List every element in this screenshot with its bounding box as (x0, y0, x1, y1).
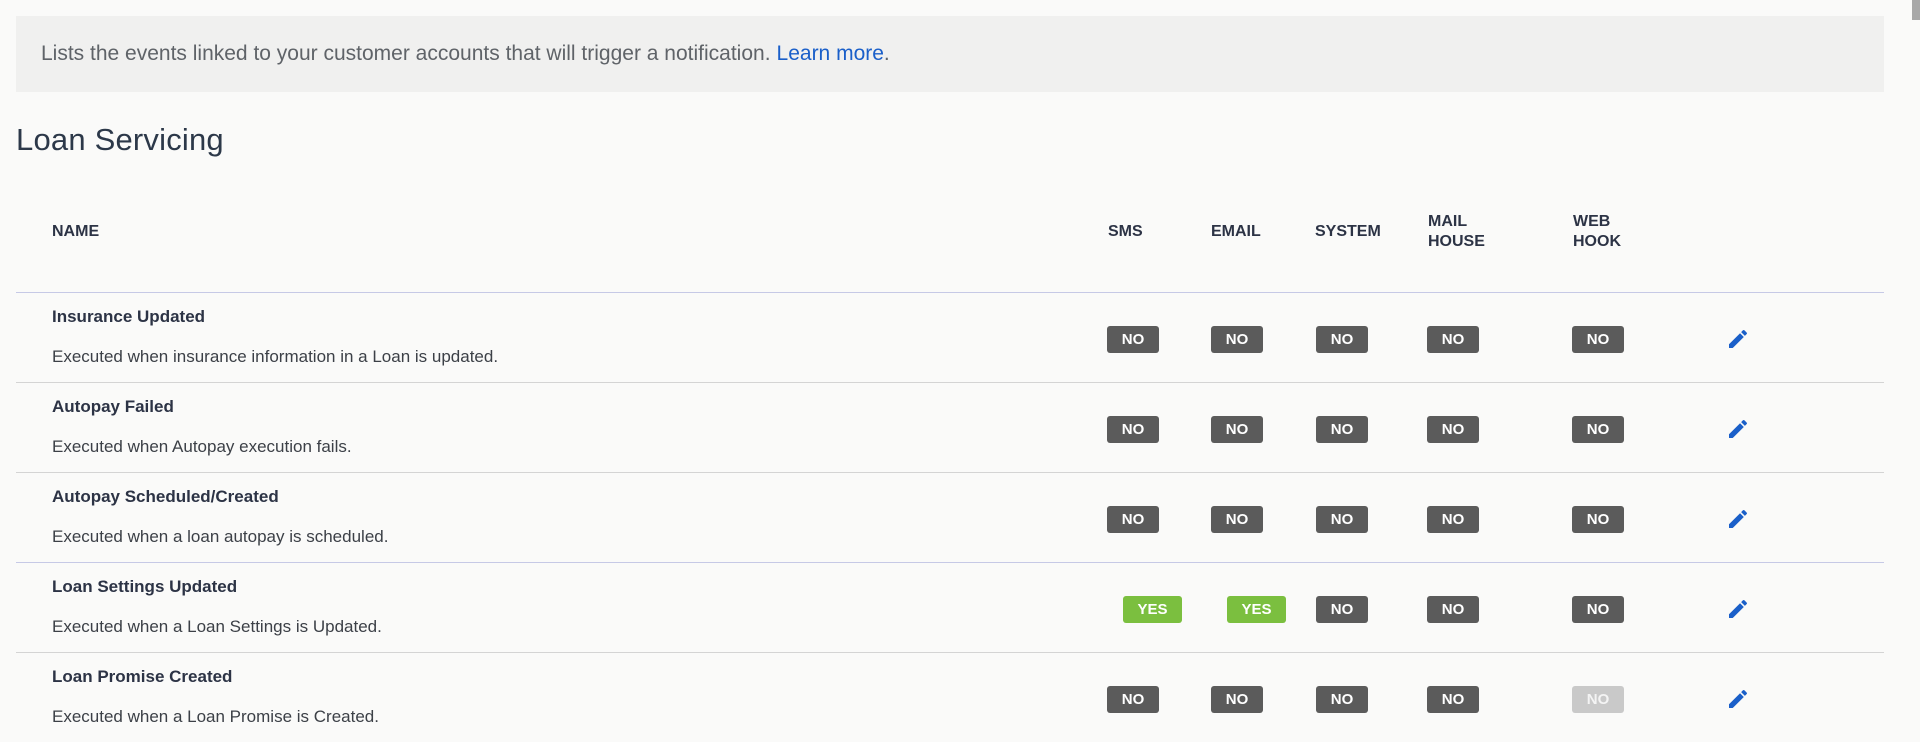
pencil-icon (1729, 329, 1748, 348)
sms-status-badge: NO (1107, 416, 1159, 443)
header-web-hook-line1: WEB (1573, 213, 1611, 230)
header-email: EMAIL (1211, 223, 1261, 240)
header-sms: SMS (1108, 223, 1143, 240)
edit-button[interactable] (1724, 505, 1752, 533)
event-name: Loan Settings Updated (52, 577, 238, 596)
event-description: Executed when a Loan Promise is Created. (52, 707, 379, 726)
email-status-badge: NO (1211, 326, 1263, 353)
edit-button[interactable] (1724, 415, 1752, 443)
system-status-badge: NO (1316, 686, 1368, 713)
edit-button[interactable] (1724, 595, 1752, 623)
header-system: SYSTEM (1315, 223, 1381, 240)
system-status-badge: NO (1316, 326, 1368, 353)
sms-status-badge: NO (1107, 506, 1159, 533)
table-row: Autopay Failed Executed when Autopay exe… (16, 383, 1884, 473)
pencil-icon (1729, 509, 1748, 528)
system-status-badge: NO (1316, 506, 1368, 533)
table-row: Loan Settings Updated Executed when a Lo… (16, 563, 1884, 653)
header-mail-house: MAIL HOUSE (1428, 212, 1485, 252)
event-name: Autopay Failed (52, 397, 174, 416)
header-web-hook-line2: HOOK (1573, 233, 1621, 250)
table-header: NAME SMS EMAIL SYSTEM MAIL HOUSE WEB HOO… (16, 196, 1884, 293)
mail-house-status-badge: NO (1427, 596, 1479, 623)
table-row: Autopay Scheduled/Created Executed when … (16, 473, 1884, 563)
event-description: Executed when insurance information in a… (52, 347, 499, 366)
edit-button[interactable] (1724, 325, 1752, 353)
event-name: Autopay Scheduled/Created (52, 487, 279, 506)
sms-status-badge: NO (1107, 326, 1159, 353)
learn-more-link[interactable]: Learn more (777, 42, 884, 66)
pencil-icon (1729, 419, 1748, 438)
system-status-badge: NO (1316, 416, 1368, 443)
mail-house-status-badge: NO (1427, 326, 1479, 353)
mail-house-status-badge: NO (1427, 416, 1479, 443)
web-hook-status-badge: NO (1572, 506, 1624, 533)
web-hook-status-badge: NO (1572, 326, 1624, 353)
info-banner: Lists the events linked to your customer… (16, 16, 1884, 92)
event-description: Executed when a loan autopay is schedule… (52, 527, 389, 546)
header-mail-house-line2: HOUSE (1428, 233, 1485, 250)
web-hook-status-badge: NO (1572, 596, 1624, 623)
event-description: Executed when Autopay execution fails. (52, 437, 352, 456)
section-title: Loan Servicing (16, 122, 224, 157)
banner-trailing: . (883, 42, 890, 65)
event-description: Executed when a Loan Settings is Updated… (52, 617, 382, 636)
scrollbar-thumb[interactable] (1912, 0, 1920, 20)
events-table: NAME SMS EMAIL SYSTEM MAIL HOUSE WEB HOO… (16, 196, 1884, 742)
sms-status-badge: NO (1107, 686, 1159, 713)
pencil-icon (1729, 689, 1748, 708)
web-hook-status-badge: NO (1572, 416, 1624, 443)
system-status-badge: NO (1316, 596, 1368, 623)
email-status-badge: NO (1211, 506, 1263, 533)
email-status-badge: NO (1211, 686, 1263, 713)
banner-text: Lists the events linked to your customer… (41, 42, 771, 65)
table-row: Insurance Updated Executed when insuranc… (16, 293, 1884, 383)
mail-house-status-badge: NO (1427, 686, 1479, 713)
pencil-icon (1729, 599, 1748, 618)
table-row: Loan Promise Created Executed when a Loa… (16, 653, 1884, 742)
web-hook-status-badge: NO (1572, 686, 1624, 713)
header-web-hook: WEB HOOK (1573, 212, 1621, 252)
email-status-badge: NO (1211, 416, 1263, 443)
email-status-badge: YES (1227, 596, 1286, 623)
mail-house-status-badge: NO (1427, 506, 1479, 533)
edit-button[interactable] (1724, 685, 1752, 713)
header-mail-house-line1: MAIL (1428, 213, 1468, 230)
event-name: Insurance Updated (52, 307, 206, 326)
sms-status-badge: YES (1123, 596, 1182, 623)
header-name: NAME (52, 223, 100, 240)
event-name: Loan Promise Created (52, 667, 233, 686)
